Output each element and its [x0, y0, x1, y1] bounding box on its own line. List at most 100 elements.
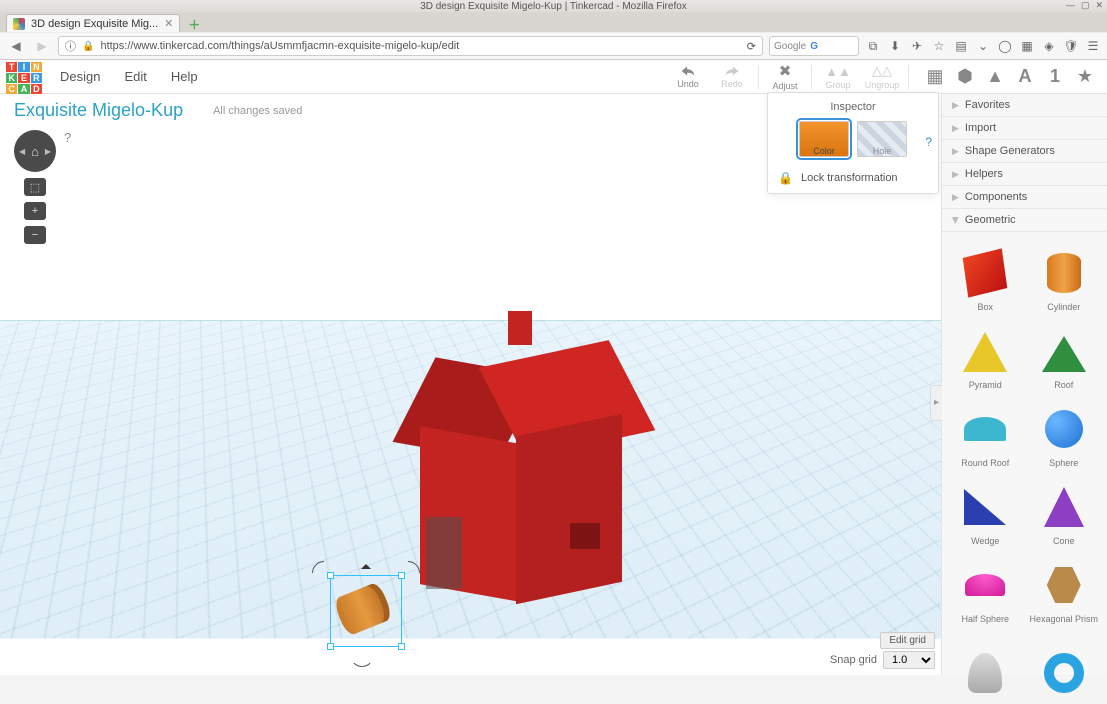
viewport-3d[interactable] [0, 125, 941, 675]
shape-torus[interactable] [1025, 628, 1104, 702]
cone-icon [1044, 467, 1084, 527]
menu-design[interactable]: Design [48, 60, 112, 94]
swatch-label: Hole [873, 146, 892, 156]
snap-grid-control: Snap grid 0.10.250.51.02.05.0 [830, 651, 935, 669]
ruler-tool-icon[interactable]: ▲ [985, 67, 1005, 87]
addon-b-icon[interactable]: ◈ [1041, 38, 1057, 54]
project-name[interactable]: Exquisite Migelo-Kup [14, 100, 183, 121]
app-toolbar: TIN KER CAD Design Edit Help Undo Redo ✖… [0, 60, 1107, 94]
shape-hexprism[interactable]: Hexagonal Prism [1025, 550, 1104, 624]
view-help-icon[interactable]: ? [64, 130, 71, 145]
shape-label: Hexagonal Prism [1029, 614, 1098, 624]
inspector-panel: Inspector Color Hole ? 🔒 Lock transforma… [767, 92, 939, 194]
lock-transformation-label[interactable]: Lock transformation [801, 172, 898, 184]
menu-edit[interactable]: Edit [112, 60, 158, 94]
downloads-icon[interactable]: ⬇ [887, 38, 903, 54]
tab-close-icon[interactable]: ✕ [164, 17, 173, 30]
shape-paraboloid[interactable] [946, 628, 1025, 702]
shape-roundroof[interactable]: Round Roof [946, 394, 1025, 468]
halfsphere-icon [965, 574, 1005, 596]
lock-icon: 🔒 [82, 41, 94, 52]
favorite-star-icon[interactable]: ★ [1075, 67, 1095, 87]
panel-category-components[interactable]: ▶Components [942, 186, 1107, 209]
resize-handle[interactable] [327, 643, 334, 650]
home-icon[interactable]: ⌂ [31, 144, 39, 159]
zoom-out-button[interactable]: − [24, 226, 46, 244]
selected-cylinder-shape[interactable] [330, 575, 402, 647]
new-tab-button[interactable]: ＋ [184, 16, 204, 32]
fit-view-button[interactable]: ⬚ [24, 178, 46, 196]
library-icon[interactable]: ▤ [953, 38, 969, 54]
panel-collapse-button[interactable]: ▸ [930, 385, 942, 421]
bookmark-star-icon[interactable]: ☆ [931, 38, 947, 54]
shape-halfsphere[interactable]: Half Sphere [946, 550, 1025, 624]
edit-grid-button[interactable]: Edit grid [880, 632, 935, 649]
panel-category-geometric[interactable]: ▶ Geometric [942, 209, 1107, 232]
shape-label: Wedge [971, 536, 999, 546]
resize-handle[interactable] [398, 643, 405, 650]
forward-button: ▶ [32, 36, 52, 56]
shape-sphere[interactable]: Sphere [1025, 394, 1104, 468]
category-label: Components [965, 191, 1027, 203]
shape-cylinder[interactable]: Cylinder [1025, 238, 1104, 312]
adjust-button[interactable]: ✖ Adjust [763, 60, 807, 94]
category-label: Shape Generators [965, 145, 1055, 157]
zoom-in-button[interactable]: + [24, 202, 46, 220]
address-bar[interactable]: ⓘ 🔒 ⟳ [58, 36, 763, 56]
box-icon [963, 248, 1008, 297]
redo-icon [723, 64, 741, 78]
group-button: ▲▲ Group [816, 60, 860, 94]
pocket-icon[interactable]: ⌄ [975, 38, 991, 54]
sphere-icon [1045, 410, 1083, 448]
window-minimize-icon[interactable]: — [1066, 0, 1075, 11]
search-box[interactable]: Google G [769, 36, 859, 56]
redo-label: Redo [721, 79, 743, 89]
panel-category-favorites[interactable]: ▶Favorites [942, 94, 1107, 117]
inspector-help-icon[interactable]: ? [925, 135, 932, 149]
selection-bounding-box[interactable] [330, 575, 402, 647]
hamburger-menu-icon[interactable]: ☰ [1085, 38, 1101, 54]
panel-category-helpers[interactable]: ▶Helpers [942, 163, 1107, 186]
addon-c-icon[interactable]: 🛡 [1063, 38, 1079, 54]
url-input[interactable] [100, 40, 740, 52]
panel-category-shapegen[interactable]: ▶Shape Generators [942, 140, 1107, 163]
tinkercad-logo-icon[interactable]: TIN KER CAD [0, 60, 48, 94]
addon-a-icon[interactable]: ▦ [1019, 38, 1035, 54]
orbit-cube[interactable]: ⌂ [14, 130, 56, 172]
height-handle-icon[interactable] [361, 559, 371, 569]
site-identity-icon[interactable]: ⓘ [65, 38, 76, 54]
scene-house-model[interactable] [420, 305, 620, 595]
shape-wedge[interactable]: Wedge [946, 472, 1025, 546]
window-close-icon[interactable]: ✕ [1095, 0, 1103, 11]
inspector-hole-swatch[interactable]: Hole [857, 121, 907, 157]
browser-ext-1-icon[interactable]: ⧉ [865, 38, 881, 54]
inspector-color-swatch[interactable]: Color [799, 121, 849, 157]
category-label: Geometric [965, 214, 1016, 226]
save-status: All changes saved [213, 105, 302, 117]
back-button[interactable]: ◀ [6, 36, 26, 56]
text-tool-icon[interactable]: A [1015, 67, 1035, 87]
undo-button[interactable]: Undo [666, 60, 710, 94]
browser-tabstrip: 3D design Exquisite Mig... ✕ ＋ [0, 12, 1107, 32]
snap-grid-select[interactable]: 0.10.250.51.02.05.0 [883, 651, 935, 669]
shape-cone[interactable]: Cone [1025, 472, 1104, 546]
shape-roof[interactable]: Roof [1025, 316, 1104, 390]
browser-tab-active[interactable]: 3D design Exquisite Mig... ✕ [6, 14, 180, 32]
shape-box[interactable]: Box [946, 238, 1025, 312]
number-tool-icon[interactable]: 1 [1045, 67, 1065, 87]
adjust-label: Adjust [772, 81, 797, 91]
workplane-tool-icon[interactable]: ▦ [925, 67, 945, 87]
reload-icon[interactable]: ⟳ [747, 40, 756, 53]
sync-icon[interactable]: ◯ [997, 38, 1013, 54]
adjust-icon: ✖ [779, 62, 792, 80]
rotate-handle-icon[interactable] [350, 643, 374, 667]
lock-icon[interactable]: 🔒 [778, 171, 793, 185]
undo-label: Undo [677, 79, 699, 89]
disclosure-triangle-icon: ▶ [950, 217, 961, 224]
cube-tool-icon[interactable]: ⬢ [955, 67, 975, 87]
shape-pyramid[interactable]: Pyramid [946, 316, 1025, 390]
window-maximize-icon[interactable]: ▢ [1081, 0, 1090, 11]
send-icon[interactable]: ✈ [909, 38, 925, 54]
panel-category-import[interactable]: ▶Import [942, 117, 1107, 140]
menu-help[interactable]: Help [159, 60, 210, 94]
